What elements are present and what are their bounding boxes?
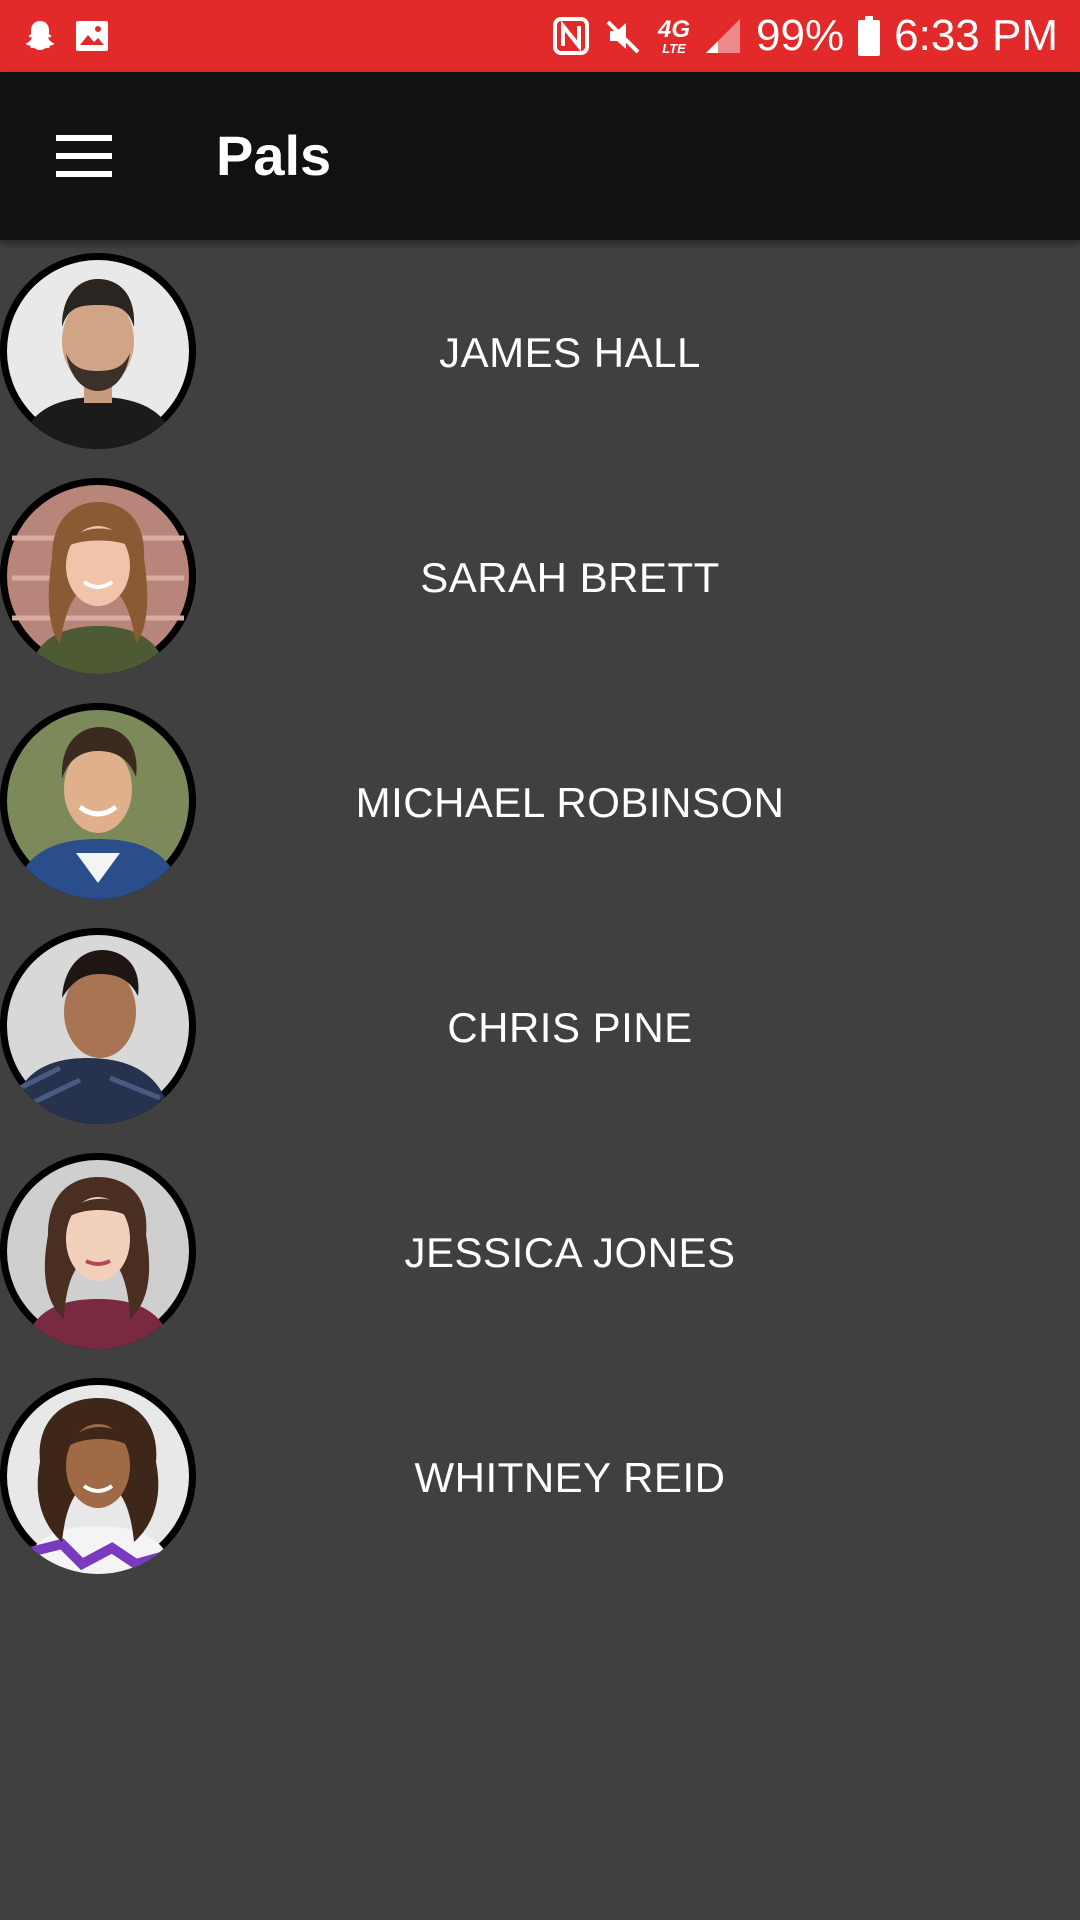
avatar (0, 1153, 196, 1349)
pal-name: SARAH BRETT (420, 554, 720, 601)
pal-name: MICHAEL ROBINSON (355, 779, 785, 826)
status-right: 4G LTE 99% 6:33 PM (552, 8, 1058, 64)
battery-icon (858, 16, 881, 56)
menu-button[interactable] (40, 116, 128, 196)
hamburger-icon-bar (56, 153, 112, 159)
pal-name: JESSICA JONES (404, 1229, 736, 1276)
avatar (0, 928, 196, 1124)
pal-list-item[interactable]: MICHAEL ROBINSON (0, 690, 1080, 915)
app-bar: Pals (0, 72, 1080, 240)
avatar (0, 1378, 196, 1574)
status-bar: 4G LTE 99% 6:33 PM (0, 0, 1080, 72)
avatar (0, 253, 196, 449)
clock: 6:33 PM (894, 11, 1058, 60)
gallery-notification-icon (74, 19, 110, 53)
pal-name: WHITNEY REID (414, 1454, 726, 1501)
avatar (0, 478, 196, 674)
page-title: Pals (216, 124, 332, 187)
pal-list-item[interactable]: CHRIS PINE (0, 915, 1080, 1140)
pal-list-item[interactable]: SARAH BRETT (0, 465, 1080, 690)
pal-name: CHRIS PINE (447, 1004, 693, 1051)
pal-list-item[interactable]: WHITNEY REID (0, 1365, 1080, 1590)
snapchat-notification-icon (22, 18, 58, 54)
nfc-icon (552, 16, 590, 56)
avatar (0, 703, 196, 899)
network-subtype-label: LTE (662, 40, 686, 56)
mute-icon (604, 16, 644, 56)
status-left (22, 16, 110, 56)
battery-percentage: 99% (756, 11, 845, 60)
pal-list-item[interactable]: JESSICA JONES (0, 1140, 1080, 1365)
network-type-label: 4G (658, 15, 691, 43)
pal-list-item[interactable]: JAMES HALL (0, 240, 1080, 465)
network-type-icon: 4G LTE (658, 15, 691, 56)
pals-list: JAMES HALL SARAH BRETT MICHAEL ROBINSON … (0, 240, 1080, 1590)
hamburger-icon-bar (56, 171, 112, 177)
pal-name: JAMES HALL (439, 329, 701, 376)
signal-icon (704, 17, 742, 55)
hamburger-icon (56, 135, 112, 141)
